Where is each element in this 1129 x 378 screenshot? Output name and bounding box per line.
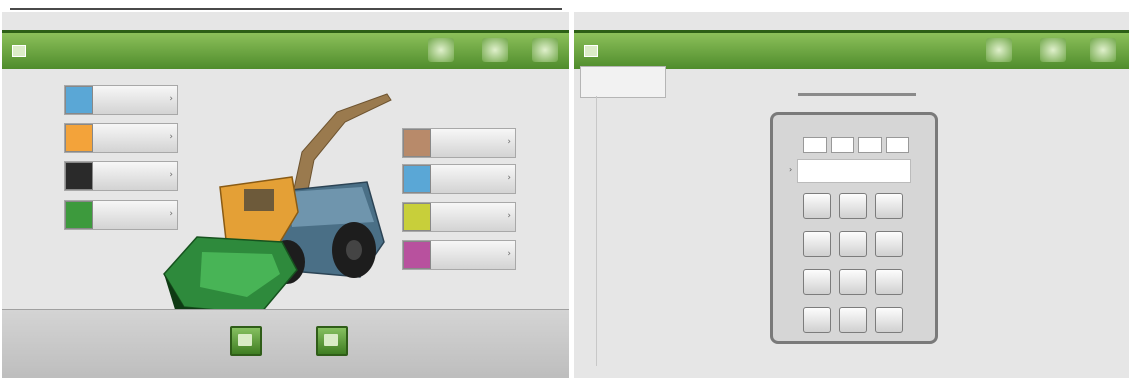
chevron-right-icon: › — [507, 211, 511, 221]
sensor-icon — [65, 162, 93, 190]
chevron-right-icon: › — [507, 173, 511, 183]
home-icon[interactable] — [584, 45, 598, 57]
info-icon — [65, 86, 93, 114]
menu-item-4[interactable]: › — [64, 200, 178, 230]
key-1[interactable] — [803, 193, 831, 219]
menu-item-2[interactable]: › — [64, 123, 178, 153]
camera-button[interactable] — [986, 38, 1012, 62]
pin-digit — [803, 137, 827, 153]
key-6[interactable] — [875, 231, 903, 257]
home-icon[interactable] — [12, 45, 26, 57]
machine-icon — [65, 124, 93, 152]
pin-digit — [830, 137, 854, 153]
separator — [596, 96, 597, 366]
bottom-button-2[interactable] — [316, 326, 348, 356]
menu-item-8[interactable]: › — [402, 240, 516, 270]
key-ok[interactable] — [875, 307, 903, 333]
pin-entry-screen: › — [574, 12, 1129, 378]
menu-button[interactable] — [1090, 38, 1116, 62]
keypad-panel: › — [770, 112, 938, 344]
key-7[interactable] — [803, 269, 831, 295]
pin-digit — [858, 137, 882, 153]
key-cancel[interactable] — [803, 307, 831, 333]
bottom-button-1[interactable] — [230, 326, 262, 356]
title-bar — [574, 30, 1129, 69]
user-box[interactable] — [580, 66, 666, 98]
key-9[interactable] — [875, 269, 903, 295]
menu-button[interactable] — [532, 38, 558, 62]
bottom-bar — [2, 309, 569, 378]
key-3[interactable] — [875, 193, 903, 219]
key-4[interactable] — [803, 231, 831, 257]
menu-item-3[interactable]: › — [64, 161, 178, 191]
pin-input[interactable] — [797, 159, 911, 183]
chevron-right-icon: › — [507, 249, 511, 259]
screen-icon — [238, 334, 252, 346]
close-button[interactable] — [482, 38, 508, 62]
menu-item-7[interactable]: › — [402, 202, 516, 232]
menu-item-5[interactable]: › — [402, 128, 516, 158]
sensor-green-icon — [65, 201, 93, 229]
key-8[interactable] — [839, 269, 867, 295]
main-menu-screen: › › › › › › › › — [2, 12, 569, 378]
chevron-right-icon: › — [507, 137, 511, 147]
title-bar — [2, 30, 569, 69]
cursor-icon: › — [789, 165, 793, 174]
close-button[interactable] — [1040, 38, 1066, 62]
key-5[interactable] — [839, 231, 867, 257]
menu-item-1[interactable]: › — [64, 85, 178, 115]
key-2[interactable] — [839, 193, 867, 219]
machine-illustration — [163, 93, 392, 322]
menu-item-6[interactable]: › — [402, 164, 516, 194]
pin-title — [798, 88, 916, 96]
camera-button[interactable] — [428, 38, 454, 62]
pin-display — [803, 137, 909, 153]
key-0[interactable] — [839, 307, 867, 333]
screen-icon — [324, 334, 338, 346]
pin-digit — [885, 137, 909, 153]
